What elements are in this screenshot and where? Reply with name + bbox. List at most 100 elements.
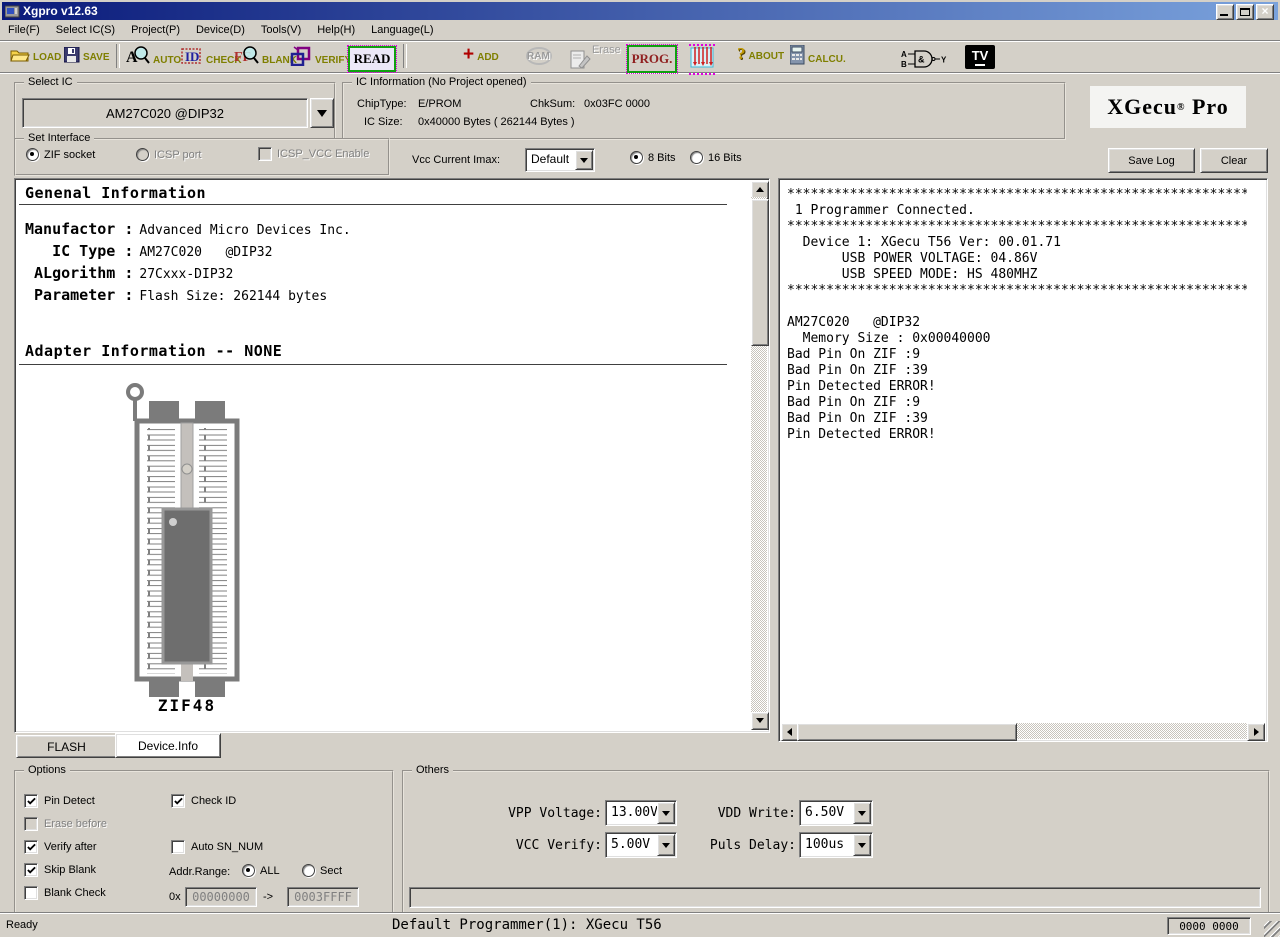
checkbox-icon [24,794,38,808]
scroll-right-button[interactable] [1247,723,1265,741]
ic-size-value: 0x40000 Bytes ( 262144 Bytes ) [418,116,575,128]
about-label: ABOUT [749,51,785,62]
checkbox-blank-check[interactable]: Blank Check [24,886,106,900]
menu-item-device-d[interactable]: Device(D) [188,21,253,39]
erase-icon [570,49,592,70]
ff-magnifier-icon: FF [234,45,259,66]
tab-flash[interactable]: FLASH [16,735,117,758]
prog-button[interactable]: PROG. [627,45,677,73]
vdd-dropdown-button[interactable] [853,802,871,824]
ram-button[interactable]: RAM RAM [526,47,553,66]
erase-button[interactable]: Erase [570,44,622,71]
ic-select-value: AM27C020 @DIP32 [106,106,224,121]
clear-button[interactable]: Clear [1200,148,1268,173]
checkbox-label: Pin Detect [44,795,95,807]
svg-text:RAM: RAM [527,51,550,62]
radio-icon [690,151,703,164]
puls-delay-label: Puls Delay: [674,838,796,853]
addr-range-label: Addr.Range: [169,866,230,878]
tv-button[interactable]: TV [965,45,995,69]
radio-icon [136,148,149,161]
auto-button[interactable]: A AUTO [126,45,181,66]
chip-test-button[interactable] [689,44,715,75]
menu-item-file-f[interactable]: File(F) [0,21,48,39]
save-label: SAVE [83,52,110,63]
calculator-icon [790,45,805,65]
checkbox-icon [171,840,185,854]
save-log-button[interactable]: Save Log [1108,148,1195,173]
menu-item-language-l[interactable]: Language(L) [363,21,441,39]
vpp-voltage-select[interactable]: 13.00V [605,800,677,826]
add-button[interactable]: + ADD [463,46,499,63]
menu-item-select-ic-s[interactable]: Select IC(S) [48,21,123,39]
title-bar[interactable]: Xgpro v12.63 × [2,2,1278,20]
checkbox-skip-blank[interactable]: Skip Blank [24,863,96,877]
read-button[interactable]: READ [348,46,396,72]
resize-grip[interactable] [1264,921,1280,937]
blank-button[interactable]: FF BLANK [234,45,297,66]
checkbox-pin-detect[interactable]: Pin Detect [24,794,95,808]
checkbox-icon [171,794,185,808]
horizontal-scrollbar[interactable] [781,723,1265,739]
vdd-write-select[interactable]: 6.50V [799,800,873,826]
chip-type-label: ChipType: [357,98,407,110]
vcc-verify-label: VCC Verify: [464,838,602,853]
save-button[interactable]: SAVE [64,47,110,63]
addr-range-all-radio[interactable]: ALL [242,864,280,877]
puls-dropdown-button[interactable] [853,834,871,856]
status-bar: Ready Default Programmer(1): XGecu T56 0… [0,912,1280,937]
about-button[interactable]: ? ABOUT [737,46,784,62]
check-button[interactable]: ID CHECK [180,46,242,66]
zif-socket-radio[interactable]: ZIF socket [26,148,95,161]
close-button[interactable]: × [1256,4,1274,20]
vcc-dropdown-button[interactable] [657,834,675,856]
vpp-voltage-label: VPP Voltage: [464,806,602,821]
ic-select-field[interactable]: AM27C020 @DIP32 [22,98,308,128]
tab-device-info[interactable]: Device.Info [115,733,221,758]
check-id-checkbox[interactable]: Check ID [171,794,236,808]
progress-bar [409,887,1261,908]
vcc-current-dropdown-button[interactable] [575,150,593,170]
menu-item-project-p[interactable]: Project(P) [123,21,188,39]
vcc-verify-value: 5.00V [611,837,650,852]
vertical-scrollbar[interactable] [751,181,767,730]
maximize-button[interactable] [1236,4,1254,20]
addr-all-label: ALL [260,865,280,877]
ic-select-dropdown-button[interactable] [310,98,334,128]
chevron-down-icon [858,811,866,820]
logic-gate-button[interactable]: A B & Y [900,48,948,73]
vcc-current-select[interactable]: Default [525,148,595,172]
checkbox-icon [24,886,38,900]
bits-16-radio[interactable]: 16 Bits [690,151,742,164]
auto-sn-num-checkbox[interactable]: Auto SN_NUM [171,840,263,854]
and-gate-icon: A B & Y [900,48,948,70]
icsp-port-radio: ICSP port [136,148,202,161]
menu-item-help-h[interactable]: Help(H) [309,21,363,39]
log-text: ****************************************… [787,187,1247,719]
tv-icon: TV [972,49,989,62]
erase-label: Erase [592,44,621,56]
toolbar-separator-2 [403,44,407,68]
calcu-button[interactable]: CALCU. [790,45,846,65]
scrollbar-thumb[interactable] [797,723,1017,741]
radio-icon [242,864,255,877]
minimize-button[interactable] [1216,4,1234,20]
checkbox-verify-after[interactable]: Verify after [24,840,97,854]
verify-button[interactable]: VERIFY [290,46,351,66]
menu-item-tools-v[interactable]: Tools(V) [253,21,309,39]
scroll-down-button[interactable] [751,712,769,730]
ram-icon: RAM RAM [526,47,553,66]
bits-8-radio[interactable]: 8 Bits [630,151,676,164]
vpp-dropdown-button[interactable] [657,802,675,824]
addr-range-sect-radio[interactable]: Sect [302,864,342,877]
chevron-down-icon [317,110,327,122]
chevron-down-icon [662,843,670,852]
load-button[interactable]: LOAD [10,47,61,63]
scrollbar-thumb[interactable] [751,199,769,346]
radio-icon [630,151,643,164]
clear-label: Clear [1221,155,1247,167]
vcc-verify-select[interactable]: 5.00V [605,832,677,858]
puls-delay-value: 100us [805,837,844,852]
puls-delay-select[interactable]: 100us [799,832,873,858]
window-title: Xgpro v12.63 [23,4,98,18]
